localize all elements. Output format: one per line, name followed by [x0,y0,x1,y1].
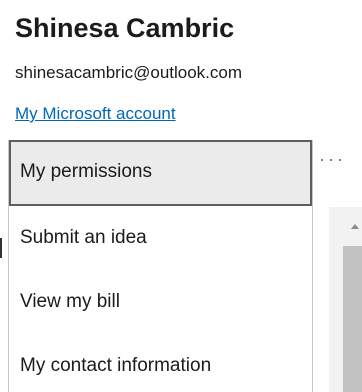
menu-item-my-contact-information[interactable]: My contact information [9,334,312,392]
more-horizontal-icon: ··· [319,149,346,169]
menu-item-label: My permissions [20,161,152,182]
scrollbar-thumb[interactable] [343,246,362,392]
more-options-button[interactable]: ··· [315,150,355,176]
account-manager-panel: Shinesa Cambric shinesacambric@outlook.c… [0,0,362,392]
menu-item-label: Submit an idea [20,227,147,248]
chevron-up-icon[interactable] [351,224,359,229]
background-divider [0,238,2,258]
menu-item-submit-an-idea[interactable]: Submit an idea [9,206,312,270]
menu-item-view-my-bill[interactable]: View my bill [9,270,312,334]
menu-item-label: View my bill [20,291,120,312]
menu-item-label: My contact information [20,355,212,376]
user-email: shinesacambric@outlook.com [15,63,243,82]
overflow-menu: My permissions Submit an idea View my bi… [8,140,313,392]
menu-item-my-permissions[interactable]: My permissions [9,140,312,206]
user-display-name: Shinesa Cambric [15,13,235,43]
my-microsoft-account-link[interactable]: My Microsoft account [15,103,176,125]
